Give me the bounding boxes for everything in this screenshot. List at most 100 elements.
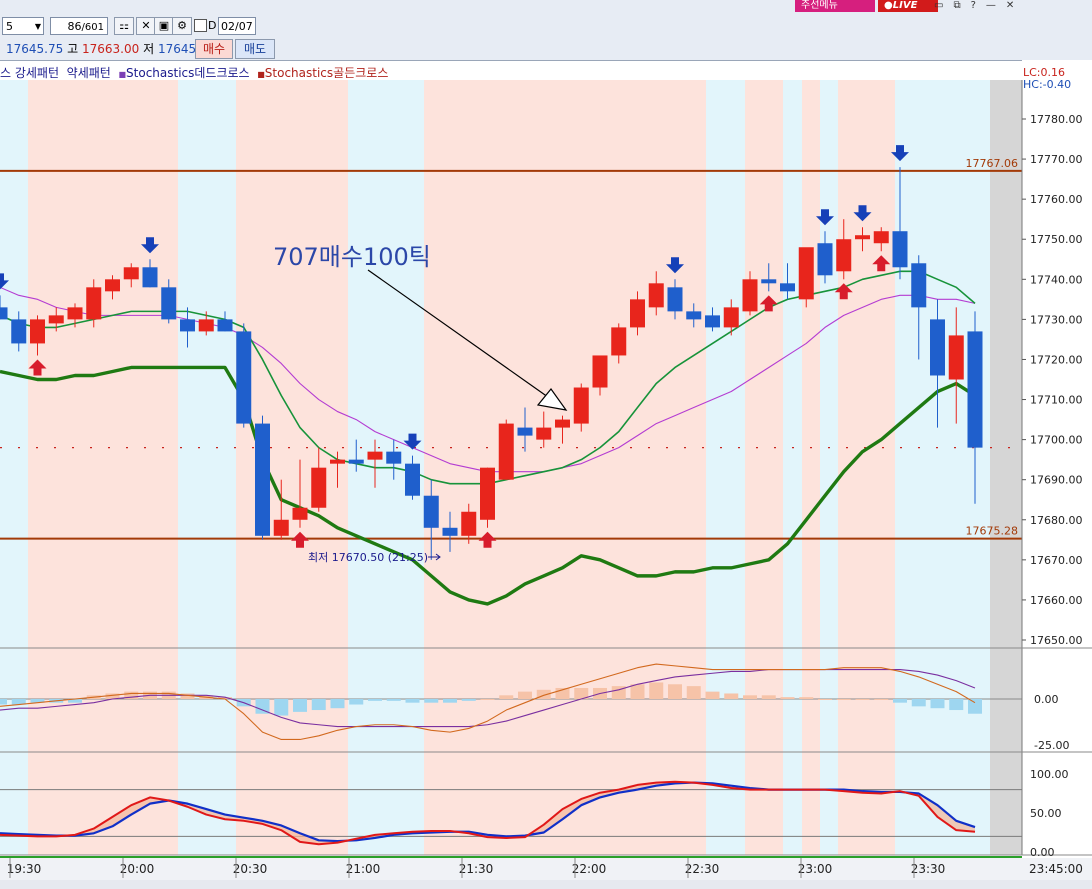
- candle-body[interactable]: [686, 311, 702, 320]
- draw-tool-icon[interactable]: ✕: [136, 17, 156, 35]
- candle-body[interactable]: [442, 527, 458, 536]
- candle-body[interactable]: [761, 279, 777, 284]
- candle-body[interactable]: [86, 287, 102, 320]
- candle-body[interactable]: [273, 519, 289, 536]
- candle-body[interactable]: [292, 507, 308, 520]
- stoch-tick-label: 100.00: [1030, 768, 1069, 781]
- candle-body[interactable]: [498, 423, 514, 480]
- candle-body[interactable]: [386, 451, 402, 464]
- candle-body[interactable]: [855, 235, 870, 240]
- help-icon[interactable]: ?: [971, 0, 986, 11]
- link-icon[interactable]: ⧉: [953, 0, 970, 11]
- candle-body[interactable]: [217, 319, 233, 332]
- candle-body[interactable]: [892, 231, 908, 268]
- candle-body[interactable]: [948, 335, 964, 380]
- candle-body[interactable]: [161, 287, 177, 320]
- candle-body[interactable]: [255, 423, 270, 536]
- restore-icon[interactable]: ▭: [934, 0, 953, 11]
- candle-body[interactable]: [367, 451, 383, 460]
- menu-badge[interactable]: 주선메뉴: [795, 0, 875, 12]
- candle-body[interactable]: [836, 239, 852, 272]
- candle-body[interactable]: [311, 467, 327, 508]
- candle-body[interactable]: [911, 263, 927, 308]
- candle-body[interactable]: [461, 511, 477, 536]
- candle-body[interactable]: [573, 387, 589, 424]
- candle-body[interactable]: [11, 319, 27, 344]
- sell-button[interactable]: 매도: [235, 39, 275, 59]
- x-tick-label: 22:30: [685, 862, 720, 876]
- macd-histogram-bar: [0, 699, 7, 705]
- price-chart[interactable]: 17767.0617675.2817698.00-0.16%707매수100틱최…: [0, 60, 1092, 889]
- y-tick-label: 17750.00: [1030, 233, 1083, 246]
- macd-histogram-bar: [368, 699, 382, 701]
- candle-body[interactable]: [536, 427, 552, 440]
- scroll-bar[interactable]: [0, 880, 1092, 889]
- candle-body[interactable]: [592, 355, 608, 388]
- candle-body[interactable]: [405, 463, 420, 496]
- candle-body[interactable]: [67, 307, 83, 320]
- candle-body[interactable]: [123, 267, 139, 280]
- macd-histogram-bar: [274, 699, 289, 716]
- buy-button[interactable]: 매수: [195, 39, 233, 59]
- candle-body[interactable]: [142, 267, 158, 288]
- y-tick-label: 17680.00: [1030, 514, 1083, 527]
- candle-body[interactable]: [817, 243, 833, 276]
- macd-histogram-bar: [499, 695, 514, 699]
- gear-icon[interactable]: ⚙: [172, 17, 192, 35]
- macd-histogram-bar: [893, 699, 907, 703]
- session-stripe: [178, 80, 236, 855]
- y-tick-label: 17780.00: [1030, 113, 1083, 126]
- label-high: 고: [67, 42, 79, 56]
- macd-histogram-bar: [836, 699, 851, 700]
- session-stripe: [424, 80, 462, 855]
- date-field[interactable]: 02/07: [218, 17, 256, 35]
- candle-body[interactable]: [611, 327, 627, 356]
- candle-body[interactable]: [930, 319, 945, 376]
- date-checkbox[interactable]: [194, 19, 207, 32]
- candle-body[interactable]: [480, 467, 495, 520]
- candle-body[interactable]: [873, 231, 889, 244]
- session-stripe: [236, 80, 348, 855]
- candle-body[interactable]: [780, 283, 795, 292]
- session-stripe: [462, 80, 706, 855]
- candle-body[interactable]: [180, 319, 195, 332]
- chevron-down-icon: ▼: [34, 22, 41, 31]
- macd-histogram-bar: [743, 695, 757, 699]
- candle-body[interactable]: [517, 427, 533, 436]
- candle-body[interactable]: [423, 495, 439, 528]
- candle-body[interactable]: [630, 299, 645, 328]
- candle-body[interactable]: [723, 307, 739, 328]
- candle-body[interactable]: [0, 307, 8, 320]
- macd-histogram-bar: [443, 699, 457, 703]
- candle-body[interactable]: [798, 247, 814, 300]
- label-low: 저: [143, 42, 155, 56]
- candle-body[interactable]: [667, 287, 683, 312]
- macd-histogram-bar: [761, 695, 776, 699]
- candle-body[interactable]: [48, 315, 64, 324]
- macd-histogram-bar: [930, 699, 945, 709]
- candle-body[interactable]: [705, 315, 720, 328]
- candle-settings-icon[interactable]: ⚏: [114, 17, 134, 35]
- candle-body[interactable]: [105, 279, 120, 292]
- candle-body[interactable]: [330, 459, 345, 464]
- macd-histogram-bar: [686, 686, 701, 699]
- candle-body[interactable]: [348, 459, 364, 464]
- macd-histogram-bar: [330, 699, 345, 709]
- save-icon[interactable]: ▣: [154, 17, 174, 35]
- candle-body[interactable]: [198, 319, 214, 332]
- interval-select[interactable]: 5 ▼: [2, 17, 44, 35]
- minimize-icon[interactable]: —: [986, 0, 1006, 11]
- hc-label: HC:-0.40: [1023, 78, 1071, 91]
- candle-body[interactable]: [648, 283, 664, 308]
- count-field[interactable]: 86/601: [50, 17, 108, 35]
- candle-body[interactable]: [236, 331, 252, 424]
- chart-toolbar: 5 ▼ 86/601 ⚏ ✕ ▣ ⚙ D 02/07 17645.75 고 17…: [0, 0, 1092, 61]
- close-icon[interactable]: ✕: [1006, 0, 1024, 11]
- candle-body[interactable]: [555, 419, 570, 428]
- live-badge[interactable]: ●LIVE: [878, 0, 938, 12]
- candle-body[interactable]: [967, 331, 983, 448]
- candle-body[interactable]: [742, 279, 758, 312]
- candle-body[interactable]: [30, 319, 45, 344]
- macd-histogram-bar: [780, 697, 795, 699]
- live-dot-icon: ●: [884, 0, 893, 11]
